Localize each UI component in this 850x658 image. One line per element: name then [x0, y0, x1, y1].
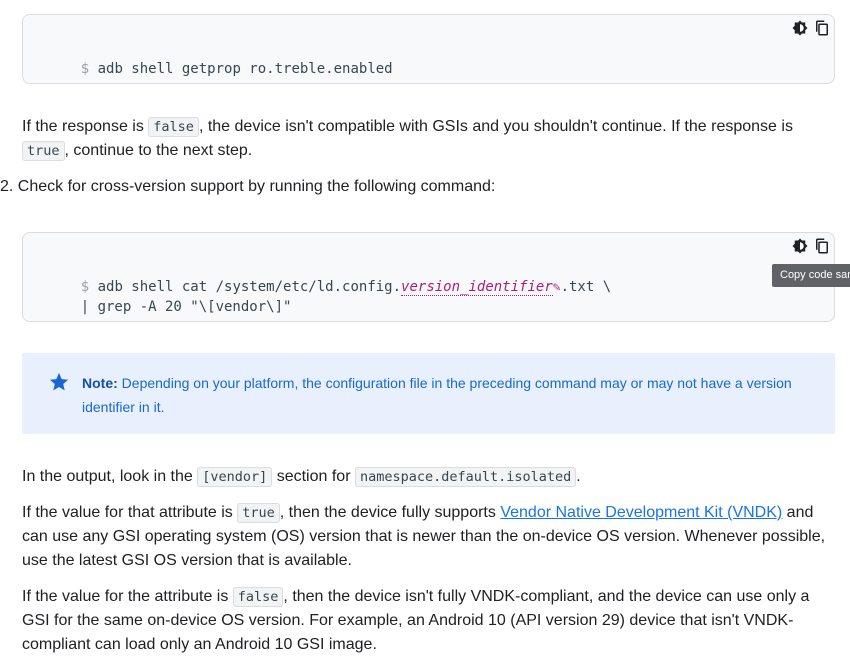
step-number: 2.	[0, 178, 14, 195]
vndk-link[interactable]: Vendor Native Development Kit (VNDK)	[500, 504, 782, 521]
code-block-getprop: $ adb shell getprop ro.treble.enabled	[22, 14, 835, 84]
paragraph-response-check: If the response is false, the device isn…	[22, 115, 834, 163]
note-text: Note: Depending on your platform, the co…	[82, 371, 817, 419]
step-text: Check for cross-version support by runni…	[17, 178, 496, 195]
inline-code-true: true	[22, 141, 65, 161]
note-body: Depending on your platform, the configur…	[82, 375, 792, 415]
paragraph-true-value: If the value for that attribute is true,…	[22, 501, 834, 573]
copy-tooltip: Copy code sam	[772, 264, 850, 287]
code-tools	[790, 236, 832, 256]
theme-toggle-icon[interactable]	[790, 18, 810, 38]
note-callout: Note: Depending on your platform, the co…	[22, 353, 835, 434]
inline-code-true: true	[237, 503, 280, 523]
paragraph-text: If the value for the attribute is	[22, 588, 233, 605]
step-2: 2. Check for cross-version support by ru…	[0, 175, 495, 199]
paragraph-text: If the response is	[22, 118, 149, 135]
copy-icon[interactable]	[812, 236, 832, 256]
paragraph-text: In the output, look in the	[22, 468, 198, 485]
pencil-icon[interactable]: ✎	[553, 280, 561, 295]
paragraph-output-look: In the output, look in the [vendor] sect…	[22, 465, 834, 489]
copy-icon[interactable]	[812, 18, 832, 38]
code-block-ld-config: $ adb shell cat /system/etc/ld.config.ve…	[22, 232, 835, 322]
note-label: Note:	[82, 375, 118, 391]
code-line: $ adb shell getprop ro.treble.enabled	[47, 39, 393, 99]
command-text: | grep -A 20 "\[vendor\]"	[80, 299, 292, 315]
inline-code-false: false	[148, 117, 199, 137]
paragraph-text: If the value for that attribute is	[22, 504, 238, 521]
code-tools	[790, 18, 832, 38]
paragraph-false-value: If the value for the attribute is false,…	[22, 585, 834, 657]
paragraph-text: , then the device fully supports	[279, 504, 501, 521]
paragraph-text: section for	[272, 468, 355, 485]
command-text: .txt \	[560, 279, 612, 295]
paragraph-text: .	[576, 468, 581, 485]
code-line-2: | grep -A 20 "\[vendor\]"	[47, 277, 292, 337]
inline-code-vendor: [vendor]	[197, 467, 273, 487]
theme-toggle-icon[interactable]	[790, 236, 810, 256]
shell-prompt: $	[80, 61, 90, 77]
inline-code-false: false	[232, 587, 284, 607]
star-icon	[48, 371, 70, 398]
paragraph-text: , the device isn't compatible with GSIs …	[198, 118, 793, 135]
paragraph-text: , continue to the next step.	[64, 142, 253, 159]
version-identifier-placeholder[interactable]: version_identifier	[401, 279, 553, 296]
inline-code-namespace: namespace.default.isolated	[354, 467, 577, 487]
command-text: adb shell getprop ro.treble.enabled	[97, 61, 393, 77]
